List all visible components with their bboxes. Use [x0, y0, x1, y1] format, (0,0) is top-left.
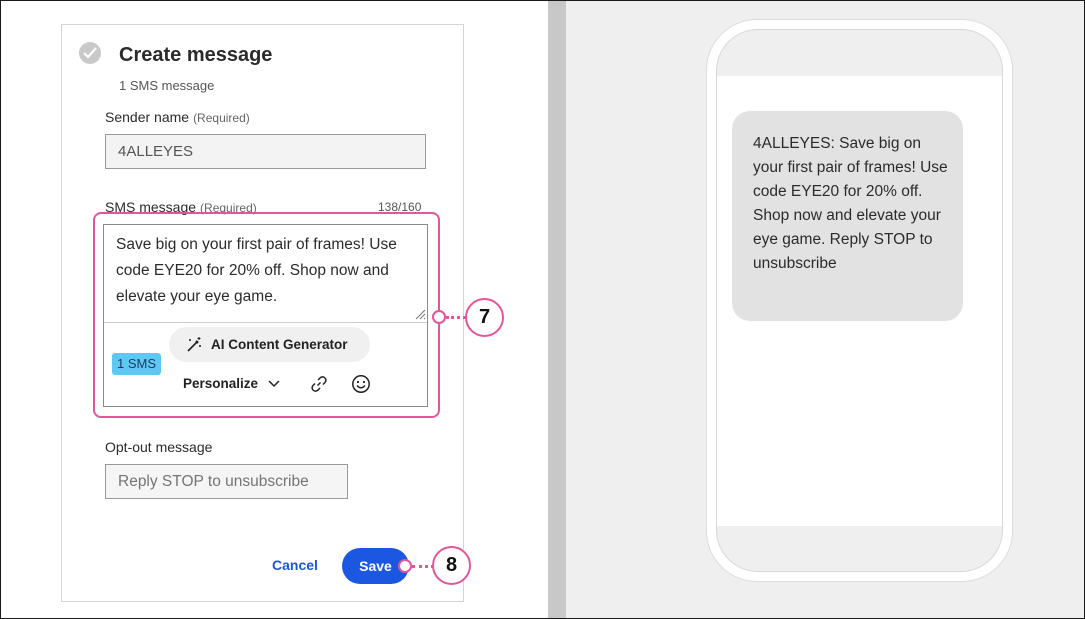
- sms-preview-bubble: 4ALLEYES: Save big on your first pair of…: [732, 111, 963, 321]
- callout-8-anchor: [398, 559, 412, 573]
- personalize-dropdown[interactable]: Personalize: [183, 376, 280, 391]
- opt-out-label: Opt-out message: [105, 439, 213, 455]
- required-indicator: (Required): [193, 111, 250, 125]
- callout-8-line: [412, 565, 434, 568]
- ai-content-generator-button[interactable]: AI Content Generator: [169, 327, 370, 362]
- emoji-icon[interactable]: [351, 374, 371, 394]
- editor-separator: [104, 322, 427, 323]
- link-icon[interactable]: [310, 375, 328, 393]
- sms-count-badge: 1 SMS: [112, 353, 161, 375]
- sender-name-label: Sender name (Required): [105, 109, 250, 125]
- sender-name-label-text: Sender name: [105, 109, 190, 125]
- resize-handle-icon[interactable]: [414, 308, 426, 320]
- page-subtitle: 1 SMS message: [119, 78, 215, 93]
- magic-wand-icon: [187, 336, 201, 352]
- sms-message-editor: Save big on your first pair of frames! U…: [103, 224, 428, 407]
- check-icon: [79, 42, 101, 64]
- callout-7-badge: 7: [465, 298, 504, 337]
- sms-message-textarea[interactable]: Save big on your first pair of frames! U…: [116, 232, 421, 310]
- callout-7-anchor: [432, 310, 446, 324]
- pane-divider[interactable]: [548, 1, 566, 618]
- callout-8-badge: 8: [432, 546, 471, 585]
- page-title: Create message: [119, 44, 273, 66]
- ai-content-generator-label: AI Content Generator: [211, 337, 348, 352]
- chevron-down-icon: [268, 379, 280, 387]
- personalize-label: Personalize: [183, 376, 259, 391]
- callout-7-line: [446, 316, 466, 319]
- opt-out-input[interactable]: [105, 464, 348, 499]
- sender-name-input[interactable]: [105, 134, 426, 169]
- cancel-button[interactable]: Cancel: [272, 557, 318, 573]
